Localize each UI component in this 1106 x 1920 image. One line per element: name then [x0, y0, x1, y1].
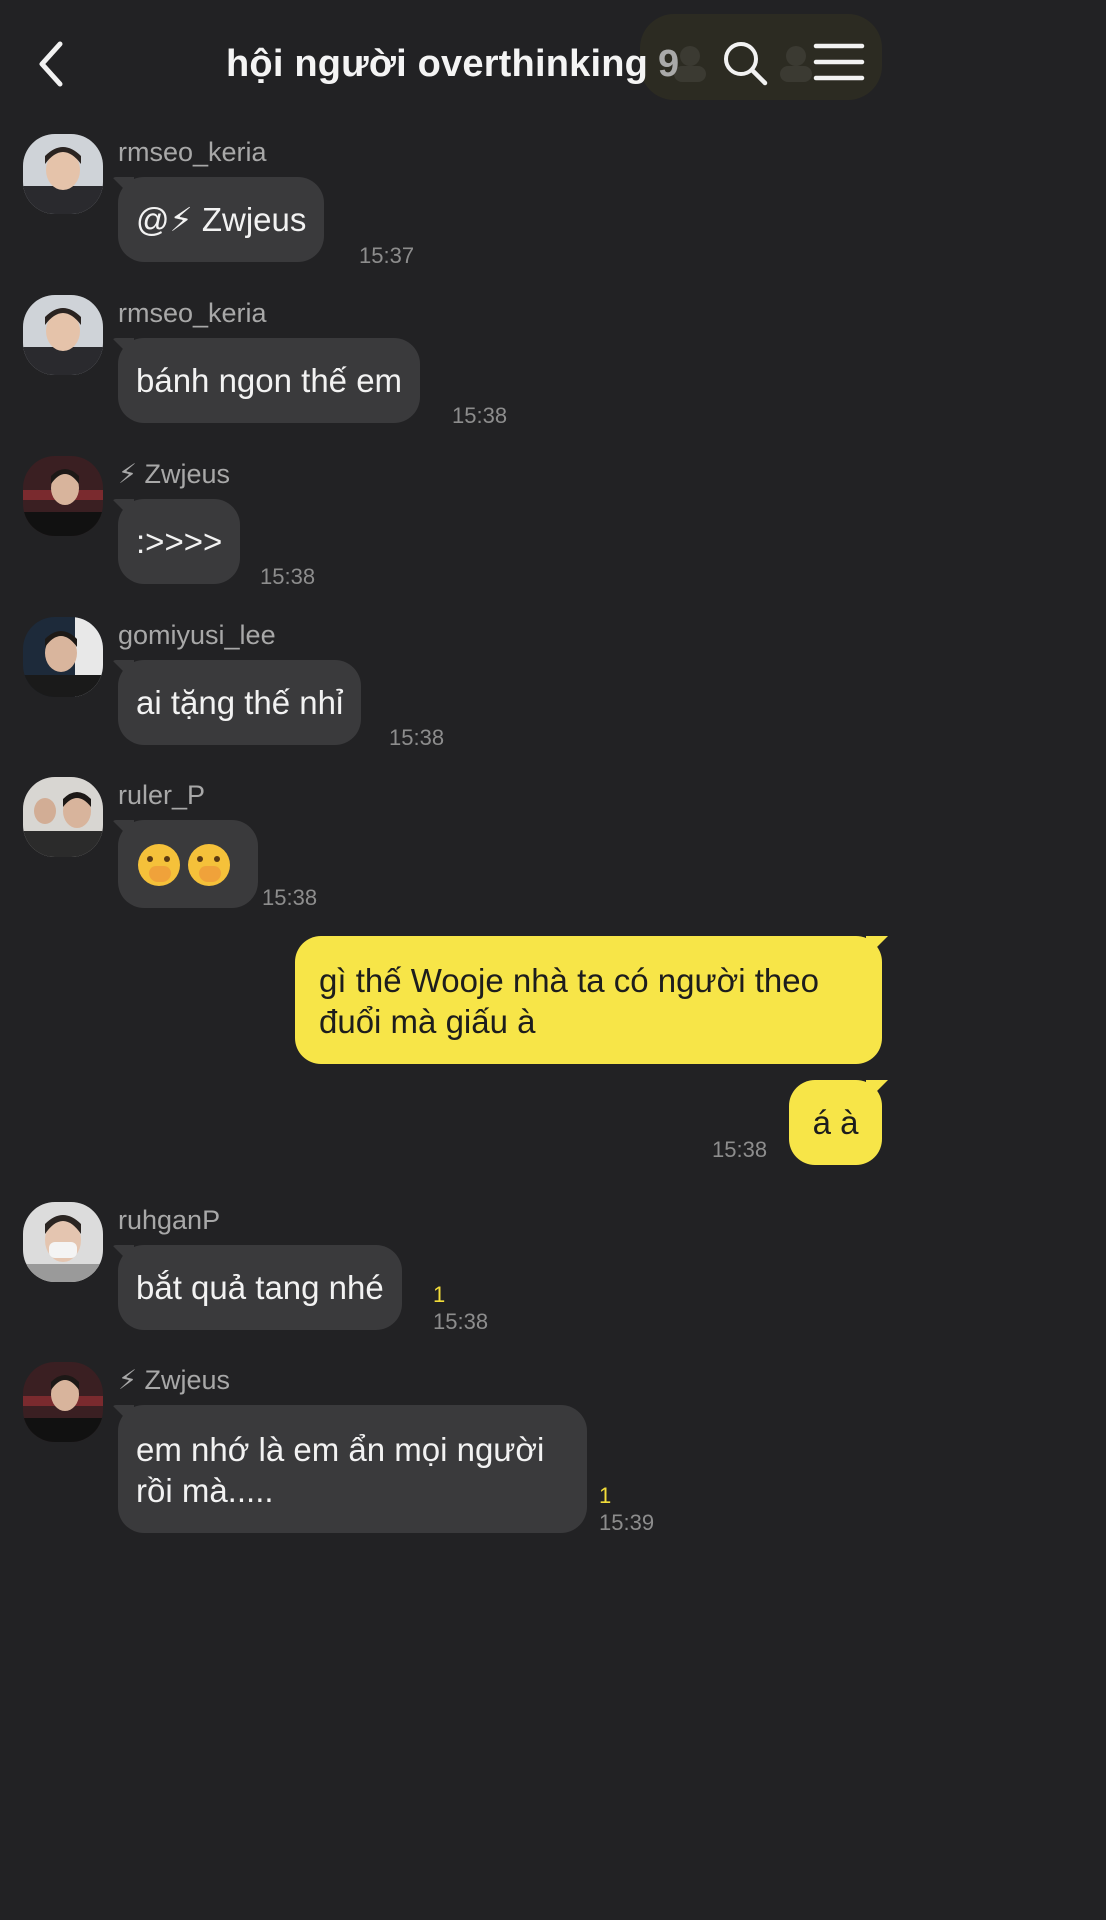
message-bubble[interactable]: bắt quả tang nhé — [118, 1245, 402, 1330]
message-bubble[interactable]: ai tặng thế nhỉ — [118, 660, 362, 745]
message-time: 15:38 — [262, 885, 318, 910]
hamburger-menu-icon[interactable] — [812, 40, 866, 84]
avatar[interactable] — [23, 777, 103, 857]
avatar[interactable] — [23, 617, 103, 697]
message-bubble-outgoing[interactable]: á à — [789, 1080, 882, 1165]
search-icon[interactable] — [720, 38, 770, 88]
sender-name: rmseo_keria — [118, 137, 267, 167]
sender-name: ⚡ Zwjeus — [118, 459, 230, 489]
message-text: á à — [812, 1104, 859, 1141]
avatar[interactable] — [23, 295, 103, 375]
message-time: 15:38 — [389, 725, 445, 750]
chat-title-group[interactable]: hội người overthinking 9 — [226, 38, 679, 90]
message-text: gì thế Wooje nhà ta có người theo — [319, 962, 819, 999]
message-bubble[interactable] — [118, 820, 258, 909]
face-with-hand-over-mouth-icon — [188, 844, 230, 887]
message-text: đuổi mà giấu à — [319, 1003, 536, 1040]
face-with-hand-over-mouth-icon — [138, 844, 180, 887]
message-time: 15:38 — [260, 564, 316, 589]
avatar[interactable] — [23, 1202, 103, 1282]
member-count: 9 — [658, 42, 680, 85]
sender-name: gomiyusi_lee — [118, 620, 276, 650]
message-bubble[interactable]: @⚡ Zwjeus — [118, 177, 325, 262]
sender-name: ⚡ Zwjeus — [118, 1365, 230, 1395]
message-text: bánh ngon thế em — [136, 362, 403, 399]
message-text: :>>>> — [136, 523, 223, 560]
avatar[interactable] — [23, 134, 103, 214]
unread-count: 1 — [599, 1483, 612, 1508]
message-bubble[interactable]: em nhớ là em ẩn mọi người rồi mà..... — [118, 1405, 587, 1533]
message-time: 15:38 — [452, 403, 508, 428]
message-bubble[interactable]: :>>>> — [118, 499, 241, 584]
message-text: ai tặng thế nhỉ — [136, 684, 344, 721]
sender-name: ruhganP — [118, 1205, 221, 1235]
message-text: em nhớ là em ẩn mọi người — [136, 1431, 545, 1468]
message-time: 15:38 — [712, 1137, 768, 1162]
message-text: bắt quả tang nhé — [136, 1269, 384, 1306]
message-bubble[interactable]: bánh ngon thế em — [118, 338, 421, 423]
message-bubble-outgoing[interactable]: gì thế Wooje nhà ta có người theo đuổi m… — [295, 936, 882, 1064]
avatar[interactable] — [23, 1362, 103, 1442]
chat-header: hội người overthinking 9 — [0, 0, 903, 118]
message-text: rồi mà..... — [136, 1472, 274, 1509]
avatar[interactable] — [23, 456, 103, 536]
sender-name: rmseo_keria — [118, 298, 267, 328]
message-time: 15:37 — [359, 243, 415, 268]
chat-title: hội người overthinking — [226, 42, 649, 85]
unread-count: 1 — [433, 1282, 446, 1307]
sender-name: ruler_P — [118, 780, 206, 810]
message-text: @⚡ Zwjeus — [136, 201, 307, 238]
chat-screen: hội người overthinking 9 rmseo_keria @⚡ … — [0, 0, 903, 1568]
back-chevron-icon[interactable] — [30, 38, 78, 90]
message-time: 15:38 — [433, 1309, 489, 1334]
message-time: 15:39 — [599, 1510, 655, 1535]
